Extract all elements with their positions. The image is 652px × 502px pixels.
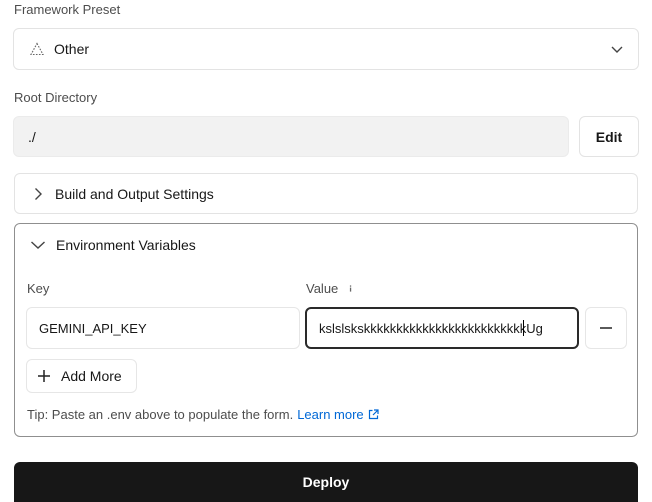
build-output-settings-title: Build and Output Settings bbox=[55, 185, 214, 202]
chevron-down-icon bbox=[611, 46, 623, 53]
chevron-down-icon bbox=[31, 241, 45, 249]
add-more-button[interactable]: Add More bbox=[26, 359, 137, 393]
chevron-right-icon bbox=[35, 187, 42, 200]
edit-button[interactable]: Edit bbox=[579, 116, 639, 157]
root-directory-input[interactable]: ./ bbox=[13, 116, 569, 157]
framework-preset-value: Other bbox=[54, 41, 90, 57]
value-text-before-cursor: kslslskskkkkkkkkkkkkkkkkkkkkkkkkk bbox=[319, 320, 527, 336]
root-directory-label: Root Directory bbox=[14, 90, 98, 105]
key-label: Key bbox=[27, 281, 50, 296]
learn-more-link[interactable]: Learn more bbox=[297, 407, 379, 422]
env-key-input[interactable]: GEMINI_API_KEY bbox=[26, 307, 300, 349]
external-link-icon bbox=[368, 409, 379, 420]
environment-variables-toggle[interactable]: Environment Variables bbox=[15, 224, 196, 266]
value-label: Value bbox=[306, 281, 339, 296]
build-output-settings-toggle[interactable]: Build and Output Settings bbox=[14, 173, 638, 214]
framework-preset-select[interactable]: Other bbox=[13, 28, 639, 70]
info-icon[interactable] bbox=[345, 283, 356, 294]
value-text-after-cursor: Ug bbox=[526, 320, 543, 336]
environment-variables-section: Environment Variables Key Value GEMINI_A… bbox=[14, 223, 638, 437]
env-tip: Tip: Paste an .env above to populate the… bbox=[27, 407, 379, 422]
tip-text: Tip: Paste an .env above to populate the… bbox=[27, 407, 294, 422]
remove-row-button[interactable] bbox=[585, 307, 627, 349]
learn-more-label: Learn more bbox=[297, 407, 364, 422]
value-label-wrap: Value bbox=[306, 281, 356, 296]
minus-icon bbox=[600, 327, 612, 329]
framework-preset-label: Framework Preset bbox=[14, 2, 121, 17]
text-cursor bbox=[523, 320, 525, 336]
plus-icon bbox=[38, 370, 50, 382]
environment-variables-title: Environment Variables bbox=[56, 237, 196, 253]
env-value-input[interactable]: kslslskskkkkkkkkkkkkkkkkkkkkkkkkk Ug bbox=[305, 307, 579, 349]
triangle-icon bbox=[30, 42, 44, 56]
add-more-label: Add More bbox=[61, 368, 122, 384]
deploy-button[interactable]: Deploy bbox=[14, 462, 638, 502]
